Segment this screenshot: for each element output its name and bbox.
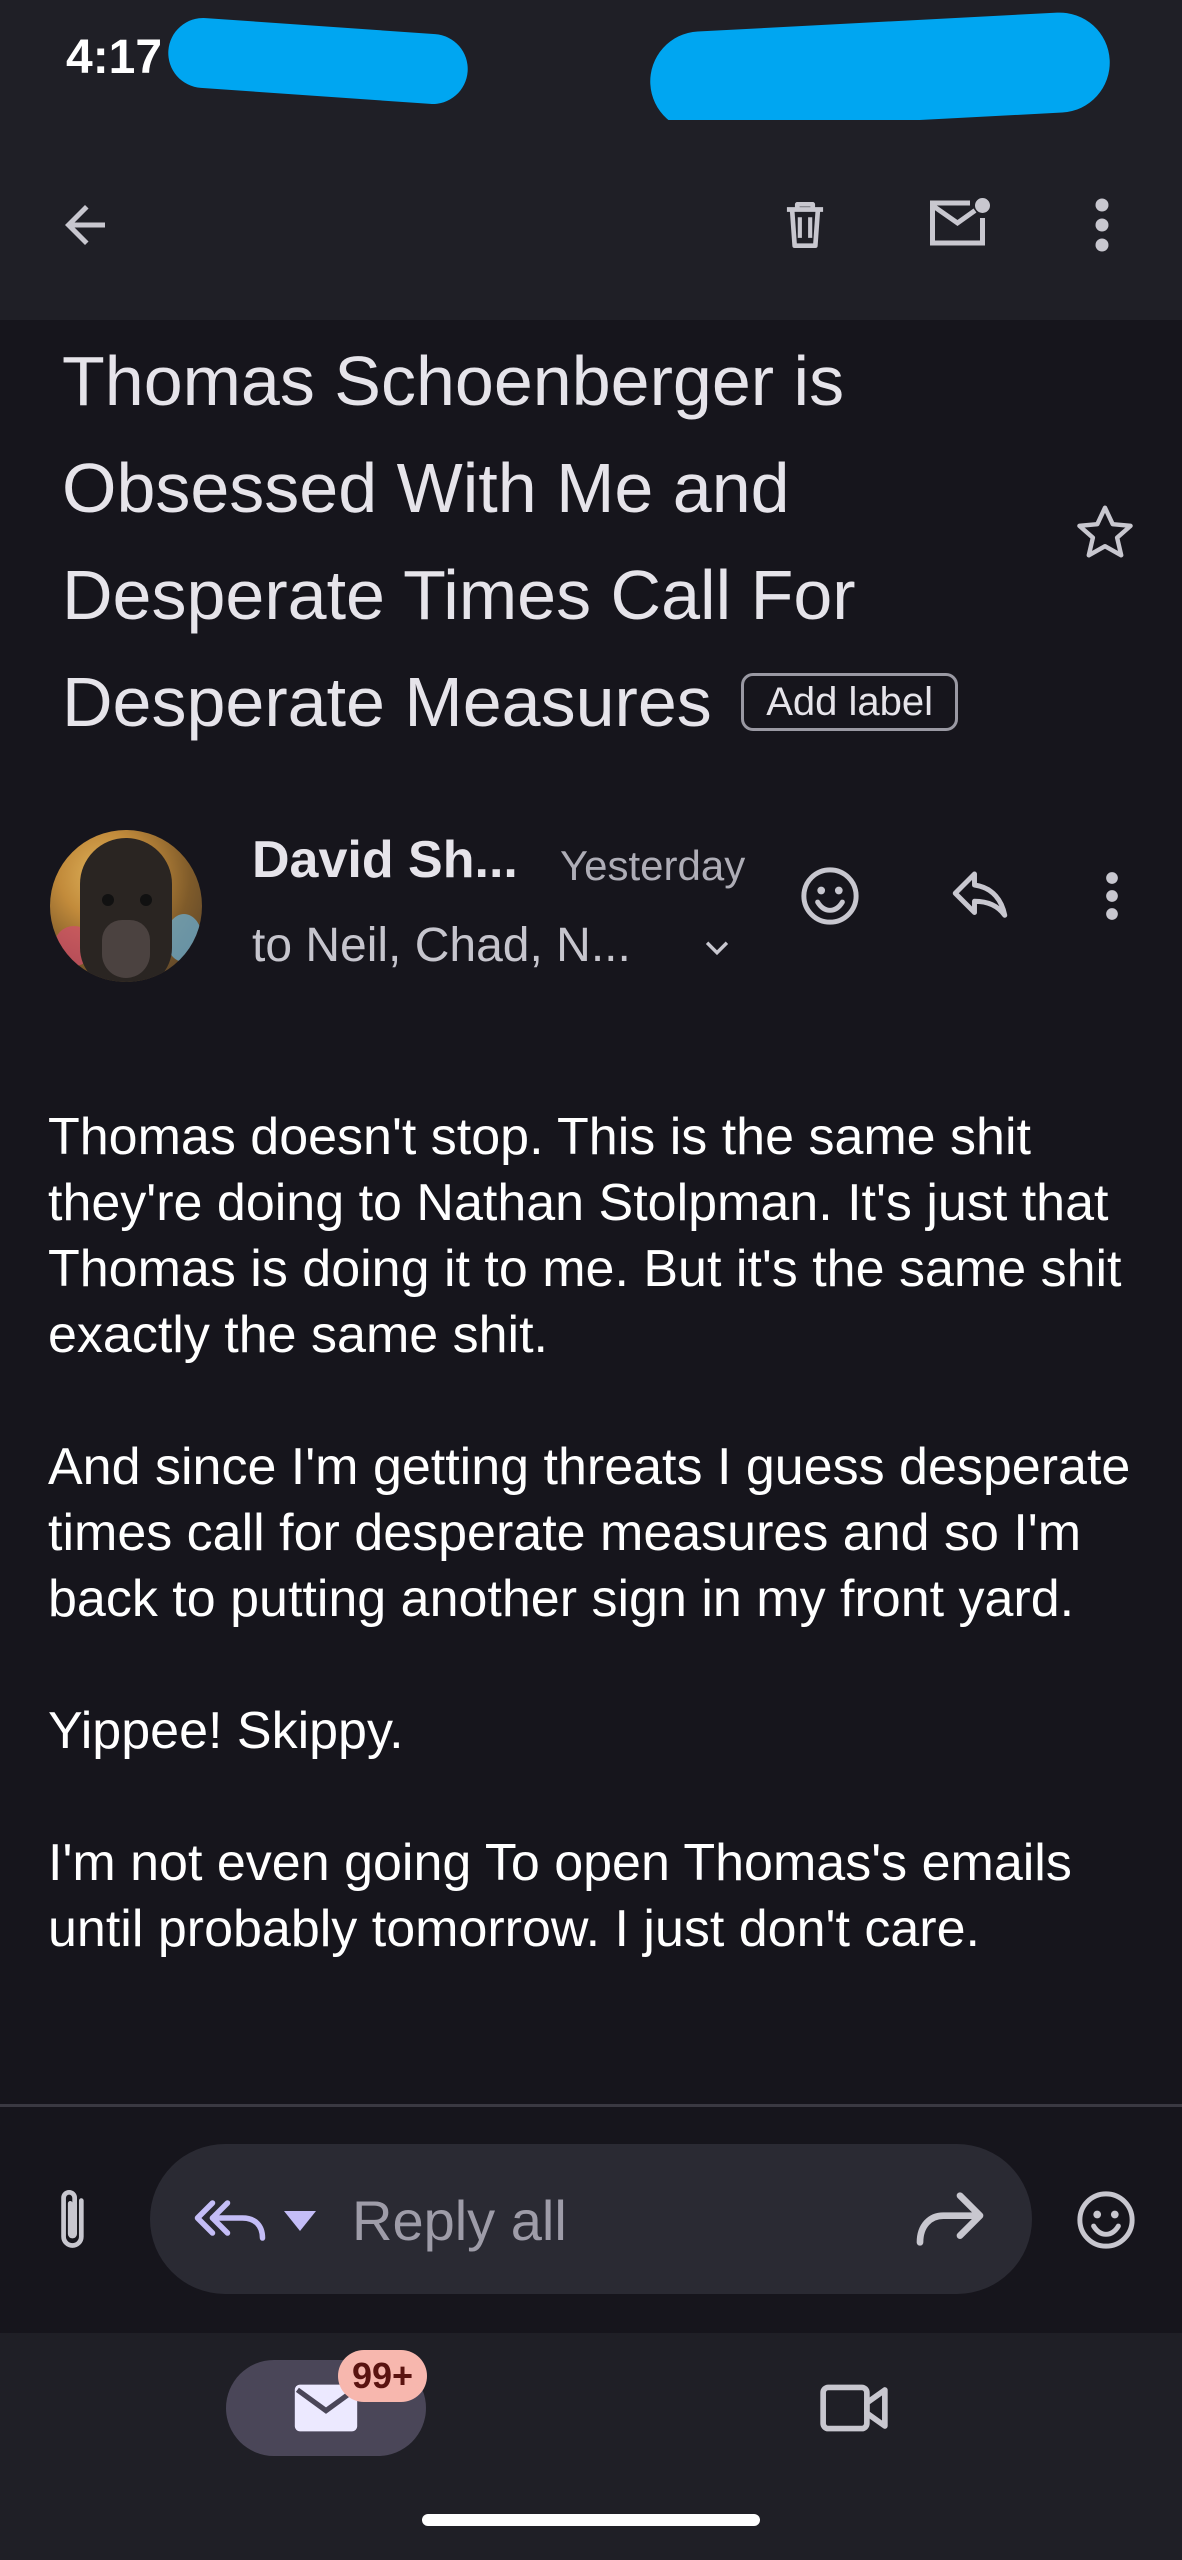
body-paragraph: I'm not even going To open Thomas's emai… <box>48 1834 1072 1958</box>
reply-all-icon <box>194 2200 266 2241</box>
emoji-button[interactable] <box>1066 2180 1146 2260</box>
email-subject: Thomas Schoenberger is Obsessed With Me … <box>62 328 1062 756</box>
home-indicator[interactable] <box>422 2514 760 2526</box>
sent-time: Yesterday <box>560 842 746 889</box>
add-label-button[interactable]: Add label <box>741 672 959 731</box>
star-icon <box>1077 505 1133 558</box>
more-vert-icon <box>1106 872 1118 920</box>
body-paragraph: And since I'm getting threats I guess de… <box>48 1438 1131 1628</box>
reply-icon <box>952 871 1008 918</box>
unread-count-badge: 99+ <box>338 2350 428 2402</box>
more-options-button[interactable] <box>1080 180 1124 270</box>
paperclip-icon <box>61 2190 84 2248</box>
chevron-down-icon <box>705 941 729 956</box>
body-paragraph: Thomas doesn't stop. This is the same sh… <box>48 1108 1122 1364</box>
message-more-button[interactable] <box>1092 856 1132 936</box>
reply-all-field[interactable]: Reply all <box>150 2144 1032 2294</box>
emoji-icon <box>801 867 859 925</box>
reply-button[interactable] <box>940 856 1020 936</box>
status-bar: 4:17 <box>0 0 1182 134</box>
redaction-mark <box>165 15 471 107</box>
trash-icon <box>786 202 824 248</box>
arrow-back-icon <box>65 205 105 245</box>
expand-details-button[interactable] <box>692 922 742 972</box>
star-button[interactable] <box>1068 496 1142 570</box>
video-camera-icon[interactable] <box>818 2378 890 2438</box>
top-app-bar <box>0 120 1182 320</box>
subject-text: Thomas Schoenberger is Obsessed With Me … <box>62 342 856 741</box>
delete-button[interactable] <box>760 180 850 270</box>
recipients[interactable]: to Neil, Chad, N... <box>252 918 631 973</box>
more-vert-icon <box>1095 198 1109 252</box>
reply-all-placeholder[interactable]: Reply all <box>352 2188 567 2253</box>
forward-icon[interactable] <box>910 2184 990 2254</box>
mark-unread-button[interactable] <box>910 178 1010 268</box>
sender-name[interactable]: David Sh... <box>252 830 518 890</box>
attach-button[interactable] <box>40 2180 106 2260</box>
redaction-mark <box>647 10 1113 134</box>
avatar[interactable] <box>50 830 202 982</box>
body-paragraph: Yippee! Skippy. <box>48 1702 404 1760</box>
mail-unread-icon <box>930 198 990 246</box>
email-body: Thomas doesn't stop. This is the same sh… <box>48 1104 1148 1962</box>
emoji-icon <box>1077 2191 1135 2249</box>
react-emoji-button[interactable] <box>790 856 870 936</box>
dropdown-arrow-icon[interactable] <box>280 2206 320 2236</box>
status-time: 4:17 <box>66 31 163 84</box>
back-button[interactable] <box>40 180 130 270</box>
email-screen: 4:17 Thomas Schoenberger is Obsessed Wit… <box>0 0 1182 2560</box>
